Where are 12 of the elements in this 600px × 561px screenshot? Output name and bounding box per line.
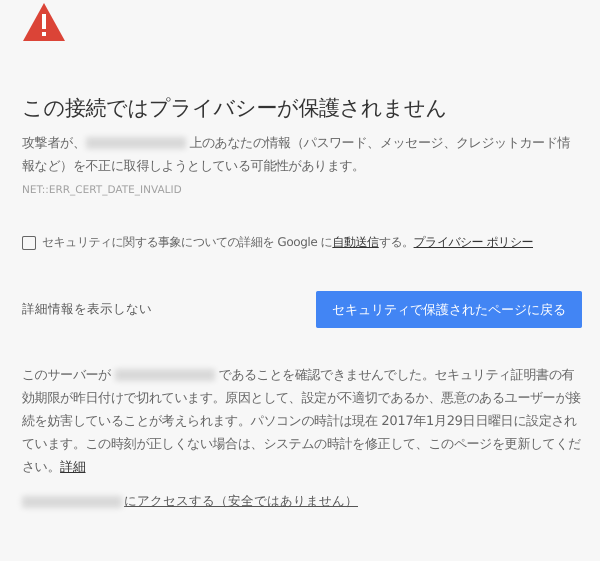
error-heading: この接続ではプライバシーが保護されません [22,95,448,122]
details-link[interactable]: 詳細 [60,460,86,475]
checkbox[interactable] [22,236,36,250]
privacy-policy-link[interactable]: プライバシー ポリシー [414,235,533,249]
auto-send-link[interactable]: 自動送信 [332,235,379,249]
back-to-safety-button[interactable]: セキュリティで保護されたページに戻る [316,291,582,328]
proceed-link[interactable]: にアクセスする（安全ではありません） [124,493,358,510]
hide-details-link[interactable]: 詳細情報を表示しない [22,301,152,318]
error-code: NET::ERR_CERT_DATE_INVALID [22,184,182,196]
error-description: 攻撃者が、 上のあなたの情報（パスワード、メッセージ、クレジットカード情報など）を不正に取得しようとしている可能性があります。 [22,135,572,176]
report-label: セキュリティに関する事象についての詳細を Google に 自動送信する。プライバシー ポリシー [42,234,533,251]
details-text: このサーバーが であることを確認できませんでした。セキュリティ証明書の有効期限が昨日付けで切れています。原因として、設定が不適切であるか、悪意のあるユーザーが接続を妨害していることが考えられます。パソコンの時計は現在 2017年1月29日日曜日に設定されています。この時刻が正しくない場合は、システムの時計を修正して、このページを更新してください。詳細 [22,367,582,477]
